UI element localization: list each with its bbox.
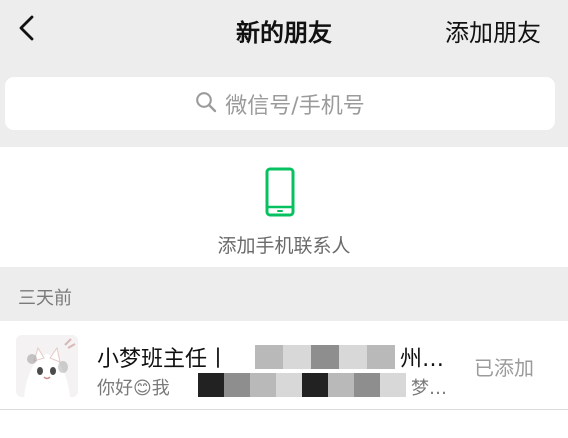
avatar [16,335,78,397]
search-icon [195,91,217,117]
request-message-suffix: 梦… [411,378,447,399]
redaction-block [354,373,380,397]
redaction-block [380,373,406,397]
redaction-block [339,345,367,369]
search-placeholder: 微信号/手机号 [225,93,365,119]
list-bottom-space [0,410,568,438]
redaction-block [250,373,276,397]
redaction-block [311,345,339,369]
friend-request-item[interactable]: 小梦班主任丨 州… 你好😊我 梦… 已添加 [0,321,568,409]
status-badge: 已添加 [474,356,534,380]
section-header: 三天前 [18,288,72,309]
redaction-block [328,373,354,397]
redaction-block [198,373,224,397]
phone-icon [265,167,295,217]
navigation-bar: 新的朋友 添加朋友 [0,0,568,60]
request-message-continuation: 我 [151,378,170,399]
search-input[interactable]: 微信号/手机号 [5,77,555,130]
request-message: 你好😊我 [97,374,170,400]
redaction-block [367,345,395,369]
request-name-suffix: 州… [400,347,445,372]
add-friend-button[interactable]: 添加朋友 [445,13,541,48]
redaction-block [224,373,250,397]
request-name: 小梦班主任丨 [97,347,230,372]
add-phone-contacts-label: 添加手机联系人 [217,235,351,257]
add-phone-contacts-button[interactable]: 添加手机联系人 [0,147,568,267]
redaction-block [302,373,328,397]
search-content: 微信号/手机号 [5,77,555,130]
redaction-block [255,345,283,369]
redaction-block [276,373,302,397]
redaction-block [283,345,311,369]
smile-emoji-icon: 😊 [133,378,152,399]
request-message-text: 你好 [97,378,133,399]
